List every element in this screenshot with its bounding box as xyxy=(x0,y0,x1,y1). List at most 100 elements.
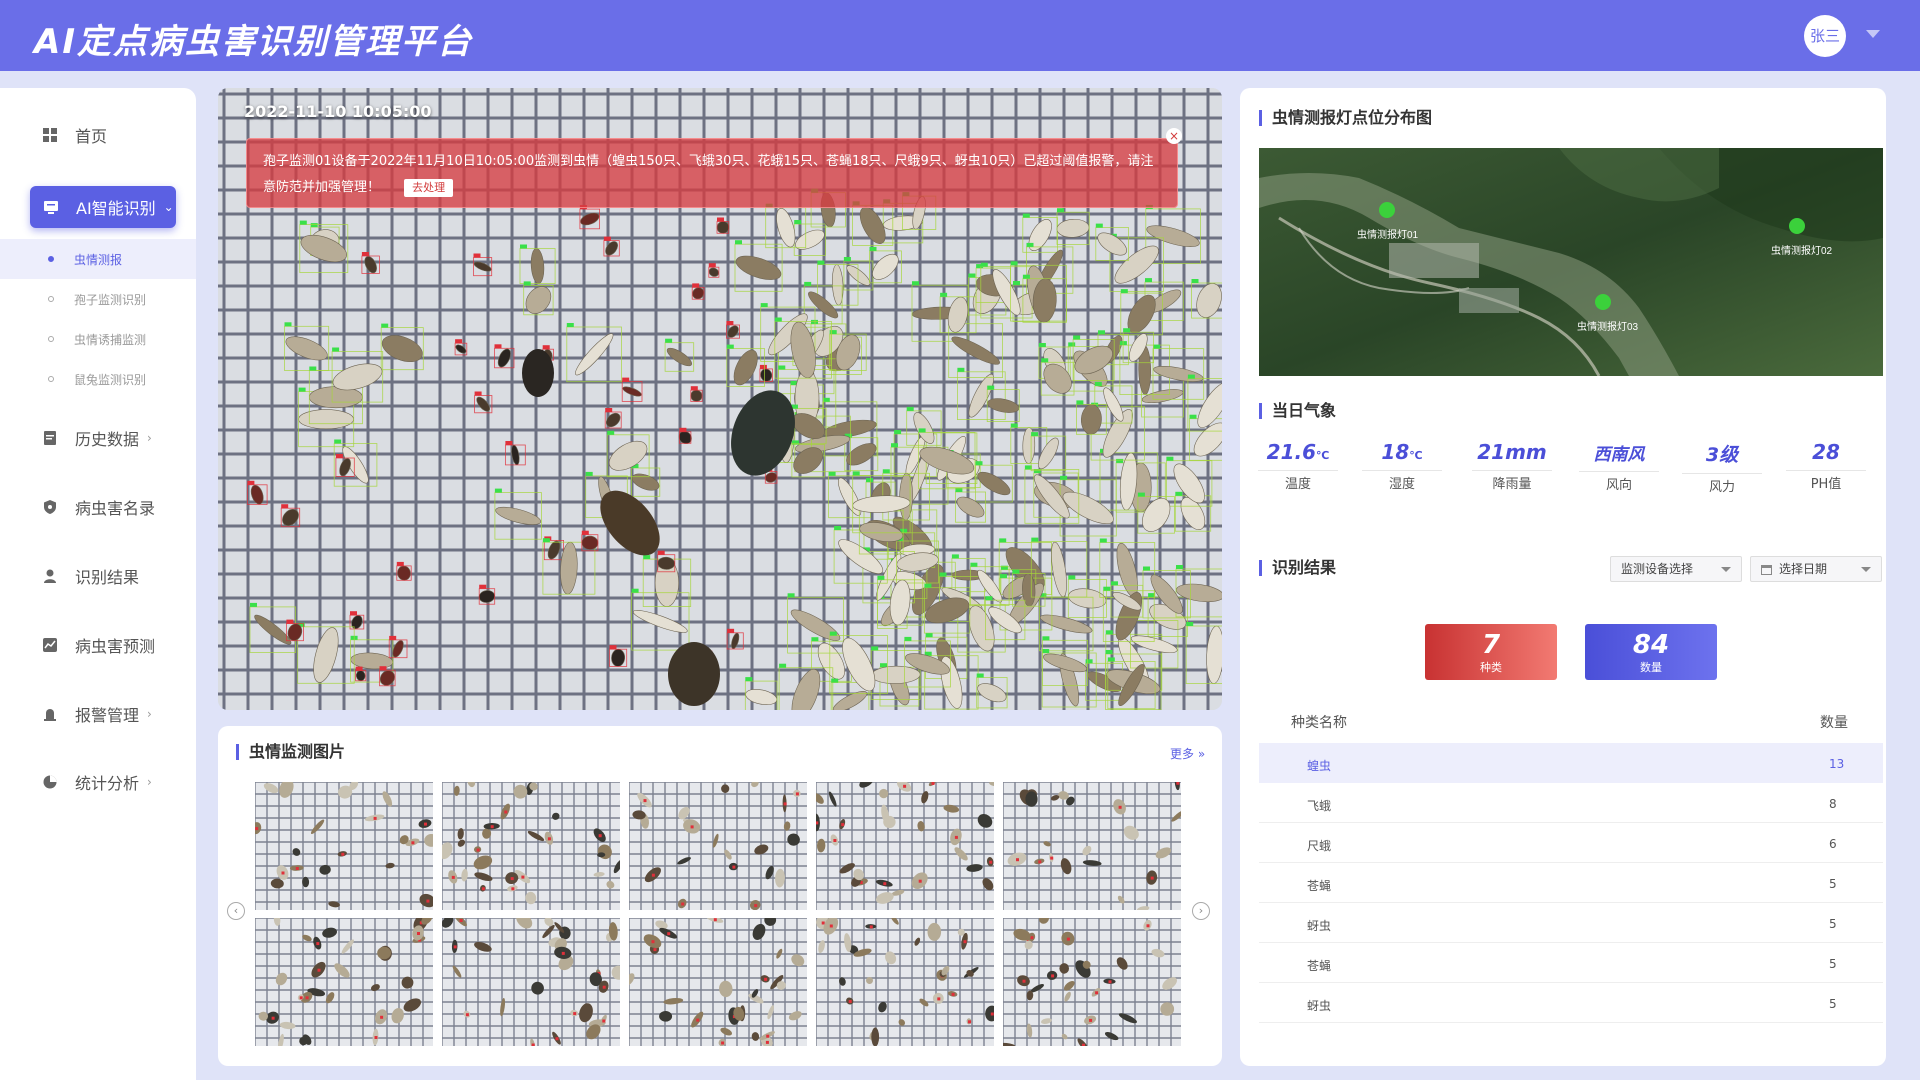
sub-item-trap-monitor[interactable]: 虫情诱捕监测 xyxy=(0,319,196,359)
monitor-thumbnail[interactable] xyxy=(442,782,620,910)
chevron-down-icon[interactable] xyxy=(1866,30,1880,38)
sidebar-item-pest-catalog[interactable]: 病虫害名录 xyxy=(0,487,196,527)
sub-item-label: 孢子监测识别 xyxy=(74,292,147,307)
user-avatar[interactable]: 张三 xyxy=(1804,15,1846,57)
sidebar-item-ai-recognition[interactable]: AI智能识别 ⌄ xyxy=(30,186,176,228)
monitor-thumbnail[interactable] xyxy=(629,918,807,1046)
date-select-value: 选择日期 xyxy=(1779,562,1828,576)
sidebar-item-label: 病虫害预测 xyxy=(75,637,156,656)
sub-item-spore-monitor[interactable]: 孢子监测识别 xyxy=(0,279,196,319)
table-row[interactable]: 飞蛾 8 xyxy=(1259,783,1883,823)
close-icon[interactable]: × xyxy=(1166,128,1182,144)
monitor-thumbnail[interactable] xyxy=(255,782,433,910)
sidebar-item-label: 首页 xyxy=(75,127,108,146)
next-arrow-icon[interactable]: › xyxy=(1192,902,1210,920)
monitor-thumbnail[interactable] xyxy=(629,782,807,910)
map-title: 虫情测报灯点位分布图 xyxy=(1259,110,1432,126)
sidebar-item-alarm[interactable]: 报警管理 › xyxy=(0,694,196,734)
weather-ph: 28 PH值 xyxy=(1786,440,1866,492)
point-distribution-map[interactable]: 虫情测报灯01 虫情测报灯02 虫情测报灯03 xyxy=(1259,148,1883,376)
sub-item-rodent-monitor[interactable]: 鼠兔监测识别 xyxy=(0,359,196,399)
map-marker-icon[interactable] xyxy=(1379,202,1395,218)
sidebar-item-label: 报警管理 xyxy=(75,706,140,725)
monitor-thumbnail[interactable] xyxy=(255,918,433,1046)
sidebar-item-prediction[interactable]: 病虫害预测 xyxy=(0,625,196,665)
map-point-label: 虫情测报灯01 xyxy=(1357,228,1419,241)
monitor-thumbnail[interactable] xyxy=(442,918,620,1046)
weather-value: 28 xyxy=(1812,440,1840,464)
weather-humidity: 18℃ 湿度 xyxy=(1362,440,1442,492)
sub-item-label: 虫情诱捕监测 xyxy=(74,332,147,347)
sidebar-item-label: 病虫害名录 xyxy=(75,499,156,518)
sidebar: 首页 AI智能识别 ⌄ 虫情测报 孢子监测识别 虫情诱捕监测 鼠兔监测识别 历史… xyxy=(0,88,196,1080)
species-name: 蝗虫 xyxy=(1307,759,1332,773)
gallery-title: 虫情监测图片 xyxy=(236,744,345,760)
weather-unit: ℃ xyxy=(1409,449,1423,462)
map-marker-icon[interactable] xyxy=(1595,294,1611,310)
results-title: 识别结果 xyxy=(1259,560,1336,576)
monitor-thumbnail[interactable] xyxy=(816,918,994,1046)
sidebar-item-statistics[interactable]: 统计分析 › xyxy=(0,762,196,802)
chevron-right-icon: › xyxy=(147,775,152,789)
sidebar-item-home[interactable]: 首页 xyxy=(0,115,196,155)
trap-image-viewer[interactable]: 2022-11-10 10:05:00 孢子监测01设备于2022年11月10日… xyxy=(218,88,1222,710)
column-count: 数量 xyxy=(1820,715,1848,731)
species-count: 13 xyxy=(1829,757,1845,771)
table-row[interactable]: 苍蝇 5 xyxy=(1259,943,1883,983)
weather-value: 21.6 xyxy=(1266,440,1317,464)
species-count: 5 xyxy=(1829,877,1837,891)
more-link[interactable]: 更多 » xyxy=(1170,745,1205,762)
species-count: 8 xyxy=(1829,797,1837,811)
species-name: 飞蛾 xyxy=(1307,799,1332,813)
species-name: 蚜虫 xyxy=(1307,919,1332,933)
sidebar-item-history[interactable]: 历史数据 › xyxy=(0,418,196,458)
sub-item-pest-forecast[interactable]: 虫情测报 xyxy=(0,239,196,279)
prev-arrow-icon[interactable]: ‹ xyxy=(227,902,245,920)
trend-icon xyxy=(43,638,57,652)
chevron-down-icon xyxy=(1721,567,1731,572)
species-count-card: 7 种类 xyxy=(1425,624,1557,680)
sidebar-item-label: AI智能识别 xyxy=(76,199,156,218)
species-count: 5 xyxy=(1829,917,1837,931)
monitor-thumbnail[interactable] xyxy=(816,782,994,910)
weather-title: 当日气象 xyxy=(1259,403,1336,419)
weather-label: 风向 xyxy=(1579,471,1659,493)
sidebar-item-label: 统计分析 xyxy=(75,774,140,793)
weather-label: PH值 xyxy=(1786,470,1866,492)
table-row[interactable]: 蚜虫 5 xyxy=(1259,983,1883,1023)
table-row[interactable]: 蝗虫 13 xyxy=(1259,743,1883,783)
weather-rainfall: 21mm 降雨量 xyxy=(1472,440,1552,492)
sidebar-item-label: 识别结果 xyxy=(75,568,140,587)
species-count: 7 xyxy=(1481,630,1501,660)
device-select[interactable]: 监测设备选择 xyxy=(1610,556,1742,582)
monitoring-gallery: 虫情监测图片 更多 » ‹ › xyxy=(218,726,1222,1066)
species-name: 蚜虫 xyxy=(1307,999,1332,1013)
bullet-icon xyxy=(48,256,54,262)
chevron-down-icon: ⌄ xyxy=(163,200,174,214)
capture-timestamp: 2022-11-10 10:05:00 xyxy=(244,102,432,121)
monitor-thumbnail[interactable] xyxy=(1003,918,1181,1046)
total-label: 数量 xyxy=(1640,661,1662,674)
species-count: 5 xyxy=(1829,957,1837,971)
date-select[interactable]: 选择日期 xyxy=(1750,556,1882,582)
app-title: AI定点病虫害识别管理平台 xyxy=(34,22,473,62)
sidebar-item-results[interactable]: 识别结果 xyxy=(0,556,196,596)
map-marker-icon[interactable] xyxy=(1789,218,1805,234)
alert-text: 孢子监测01设备于2022年11月10日10:05:00监测到虫情（蝗虫150只… xyxy=(263,154,1154,195)
table-row[interactable]: 苍蝇 5 xyxy=(1259,863,1883,903)
document-icon xyxy=(44,431,56,445)
weather-temperature: 21.6℃ 温度 xyxy=(1258,440,1338,492)
table-row[interactable]: 蚜虫 5 xyxy=(1259,903,1883,943)
species-name: 苍蝇 xyxy=(1307,959,1332,973)
table-row[interactable]: 尺蛾 6 xyxy=(1259,823,1883,863)
weather-label: 风力 xyxy=(1682,473,1762,495)
weather-wind-force: 3级风力 xyxy=(1682,440,1762,495)
species-name: 尺蛾 xyxy=(1307,839,1332,853)
monitor-icon xyxy=(44,201,58,214)
handle-alert-button[interactable]: 去处理 xyxy=(404,179,454,197)
monitor-thumbnail[interactable] xyxy=(1003,782,1181,910)
weather-label: 温度 xyxy=(1258,470,1338,492)
shield-icon xyxy=(44,500,56,514)
weather-value: 3级 xyxy=(1705,444,1739,466)
weather-unit: ℃ xyxy=(1316,449,1330,462)
